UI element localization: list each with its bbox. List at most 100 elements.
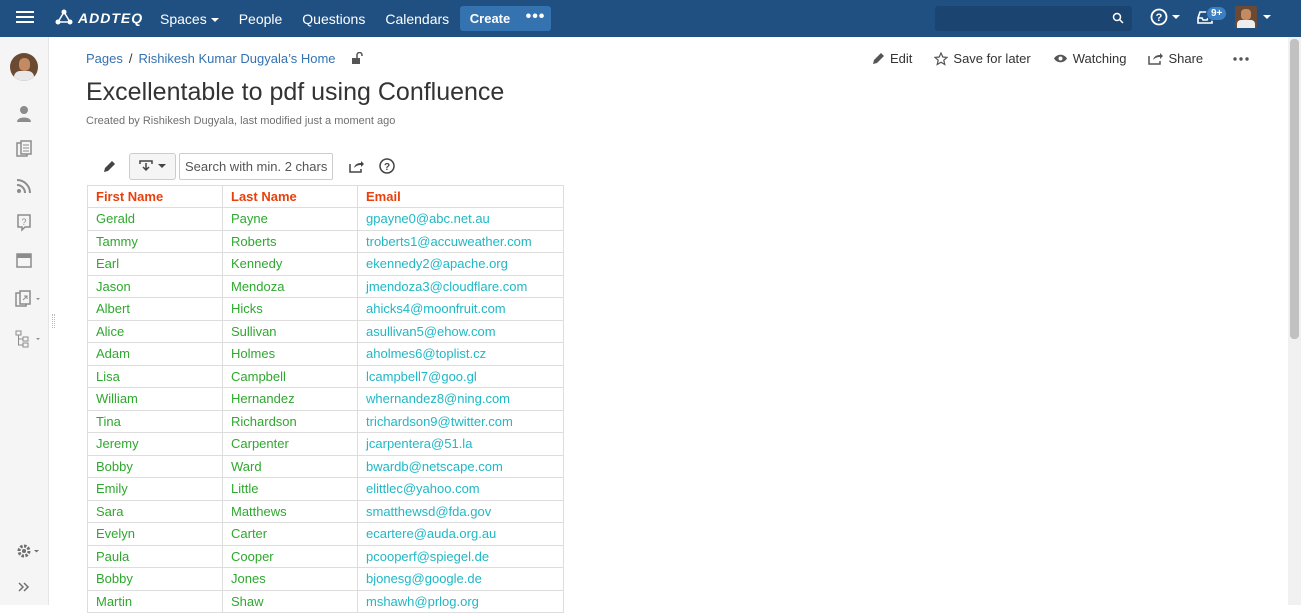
column-header-first-name[interactable]: First Name [87,185,223,208]
edit-table-button[interactable] [95,152,123,180]
email-cell[interactable]: troberts1@accuweather.com [357,229,564,253]
first-name-cell[interactable]: Earl [87,252,223,276]
nav-spaces[interactable]: Spaces [160,11,219,27]
sidebar-resize-handle[interactable] [52,314,55,328]
breadcrumb-pages[interactable]: Pages [86,51,123,66]
email-cell[interactable]: bwardb@netscape.com [357,454,564,478]
first-name-cell[interactable]: Sara [87,499,223,523]
last-name-cell[interactable]: Holmes [222,342,358,366]
email-cell[interactable]: trichardson9@twitter.com [357,409,564,433]
last-name-cell[interactable]: Mendoza [222,274,358,298]
nav-calendars[interactable]: Calendars [385,11,449,27]
notifications-button[interactable]: 9+ [1196,6,1228,31]
first-name-cell[interactable]: Tammy [87,229,223,253]
last-name-cell[interactable]: Matthews [222,499,358,523]
create-more-button[interactable]: ••• [520,6,551,31]
first-name-cell[interactable]: Paula [87,544,223,568]
first-name-cell[interactable]: Albert [87,297,223,321]
last-name-cell[interactable]: Carpenter [222,432,358,456]
first-name-cell[interactable]: Martin [87,589,223,613]
column-header-last-name[interactable]: Last Name [222,185,358,208]
first-name-cell[interactable]: Tina [87,409,223,433]
first-name-cell[interactable]: Alice [87,319,223,343]
watching-button[interactable]: Watching [1053,51,1126,66]
create-button[interactable]: Create [460,6,520,31]
first-name-cell[interactable]: Bobby [87,454,223,478]
save-for-later-button[interactable]: Save for later [934,51,1031,66]
last-name-cell[interactable]: Little [222,477,358,501]
page-title: Excellentable to pdf using Confluence [86,78,505,106]
email-cell[interactable]: jcarpentera@51.la [357,432,564,456]
table-search-input[interactable] [179,152,333,180]
first-name-cell[interactable]: Jason [87,274,223,298]
more-actions-button[interactable] [1233,56,1254,61]
first-name-cell[interactable]: Bobby [87,567,223,591]
email-cell[interactable]: smatthewsd@fda.gov [357,499,564,523]
help-button[interactable]: ? [376,155,398,177]
nav-questions[interactable]: Questions [302,11,365,27]
email-cell[interactable]: mshawh@prlog.org [357,589,564,613]
last-name-cell[interactable]: Cooper [222,544,358,568]
open-external-button[interactable] [345,155,367,177]
nav-people[interactable]: People [239,11,283,27]
last-name-cell[interactable]: Kennedy [222,252,358,276]
space-avatar[interactable] [10,53,38,81]
first-name-cell[interactable]: Jeremy [87,432,223,456]
people-icon[interactable] [13,103,35,125]
first-name-cell[interactable]: Gerald [87,207,223,231]
pencil-icon [873,53,884,64]
calendar-icon[interactable] [13,249,35,271]
first-name-cell[interactable]: Emily [87,477,223,501]
last-name-cell[interactable]: Hernandez [222,387,358,411]
last-name-cell[interactable]: Payne [222,207,358,231]
last-name-cell[interactable]: Jones [222,567,358,591]
last-name-cell[interactable]: Hicks [222,297,358,321]
email-cell[interactable]: pcooperf@spiegel.de [357,544,564,568]
blog-rss-icon[interactable] [13,175,35,197]
expand-sidebar-icon[interactable] [13,576,35,598]
export-space-icon[interactable] [13,288,43,310]
help-menu-button[interactable]: ? [1150,8,1180,26]
last-name-cell[interactable]: Shaw [222,589,358,613]
last-name-cell[interactable]: Ward [222,454,358,478]
avatar [1235,6,1257,28]
email-cell[interactable]: whernandez8@ning.com [357,387,564,411]
page-scrollbar[interactable] [1288,37,1301,605]
last-name-cell[interactable]: Richardson [222,409,358,433]
first-name-cell[interactable]: Evelyn [87,522,223,546]
settings-gear-icon[interactable] [13,540,43,562]
email-cell[interactable]: gpayne0@abc.net.au [357,207,564,231]
scrollbar-thumb[interactable] [1290,39,1299,339]
page-tree-icon[interactable] [13,328,43,350]
email-cell[interactable]: bjonesg@google.de [357,567,564,591]
email-cell[interactable]: aholmes6@toplist.cz [357,342,564,366]
breadcrumb-home[interactable]: Rishikesh Kumar Dugyala’s Home [139,51,336,66]
last-name-cell[interactable]: Sullivan [222,319,358,343]
first-name-cell[interactable]: William [87,387,223,411]
email-cell[interactable]: ecartere@auda.org.au [357,522,564,546]
email-cell[interactable]: asullivan5@ehow.com [357,319,564,343]
hamburger-menu-icon[interactable] [14,8,36,28]
email-cell[interactable]: jmendoza3@cloudflare.com [357,274,564,298]
addteq-logo[interactable]: ADDTEQ [54,8,143,28]
questions-icon[interactable]: ? [13,212,35,234]
last-name-cell[interactable]: Carter [222,522,358,546]
search-icon[interactable] [1112,12,1124,24]
table-row: Lisa Campbell lcampbell7@goo.gl [87,364,564,388]
last-name-cell[interactable]: Roberts [222,229,358,253]
export-dropdown-button[interactable] [129,152,176,180]
user-menu-button[interactable] [1235,6,1271,28]
email-cell[interactable]: ekennedy2@apache.org [357,252,564,276]
first-name-cell[interactable]: Adam [87,342,223,366]
email-cell[interactable]: elittlec@yahoo.com [357,477,564,501]
share-button[interactable]: Share [1148,51,1203,66]
unlock-icon[interactable] [351,52,363,65]
pages-icon[interactable] [13,138,35,160]
email-cell[interactable]: ahicks4@moonfruit.com [357,297,564,321]
search-input[interactable] [935,6,1132,31]
edit-button[interactable]: Edit [872,51,912,66]
column-header-email[interactable]: Email [357,185,564,208]
email-cell[interactable]: lcampbell7@goo.gl [357,364,564,388]
first-name-cell[interactable]: Lisa [87,364,223,388]
last-name-cell[interactable]: Campbell [222,364,358,388]
